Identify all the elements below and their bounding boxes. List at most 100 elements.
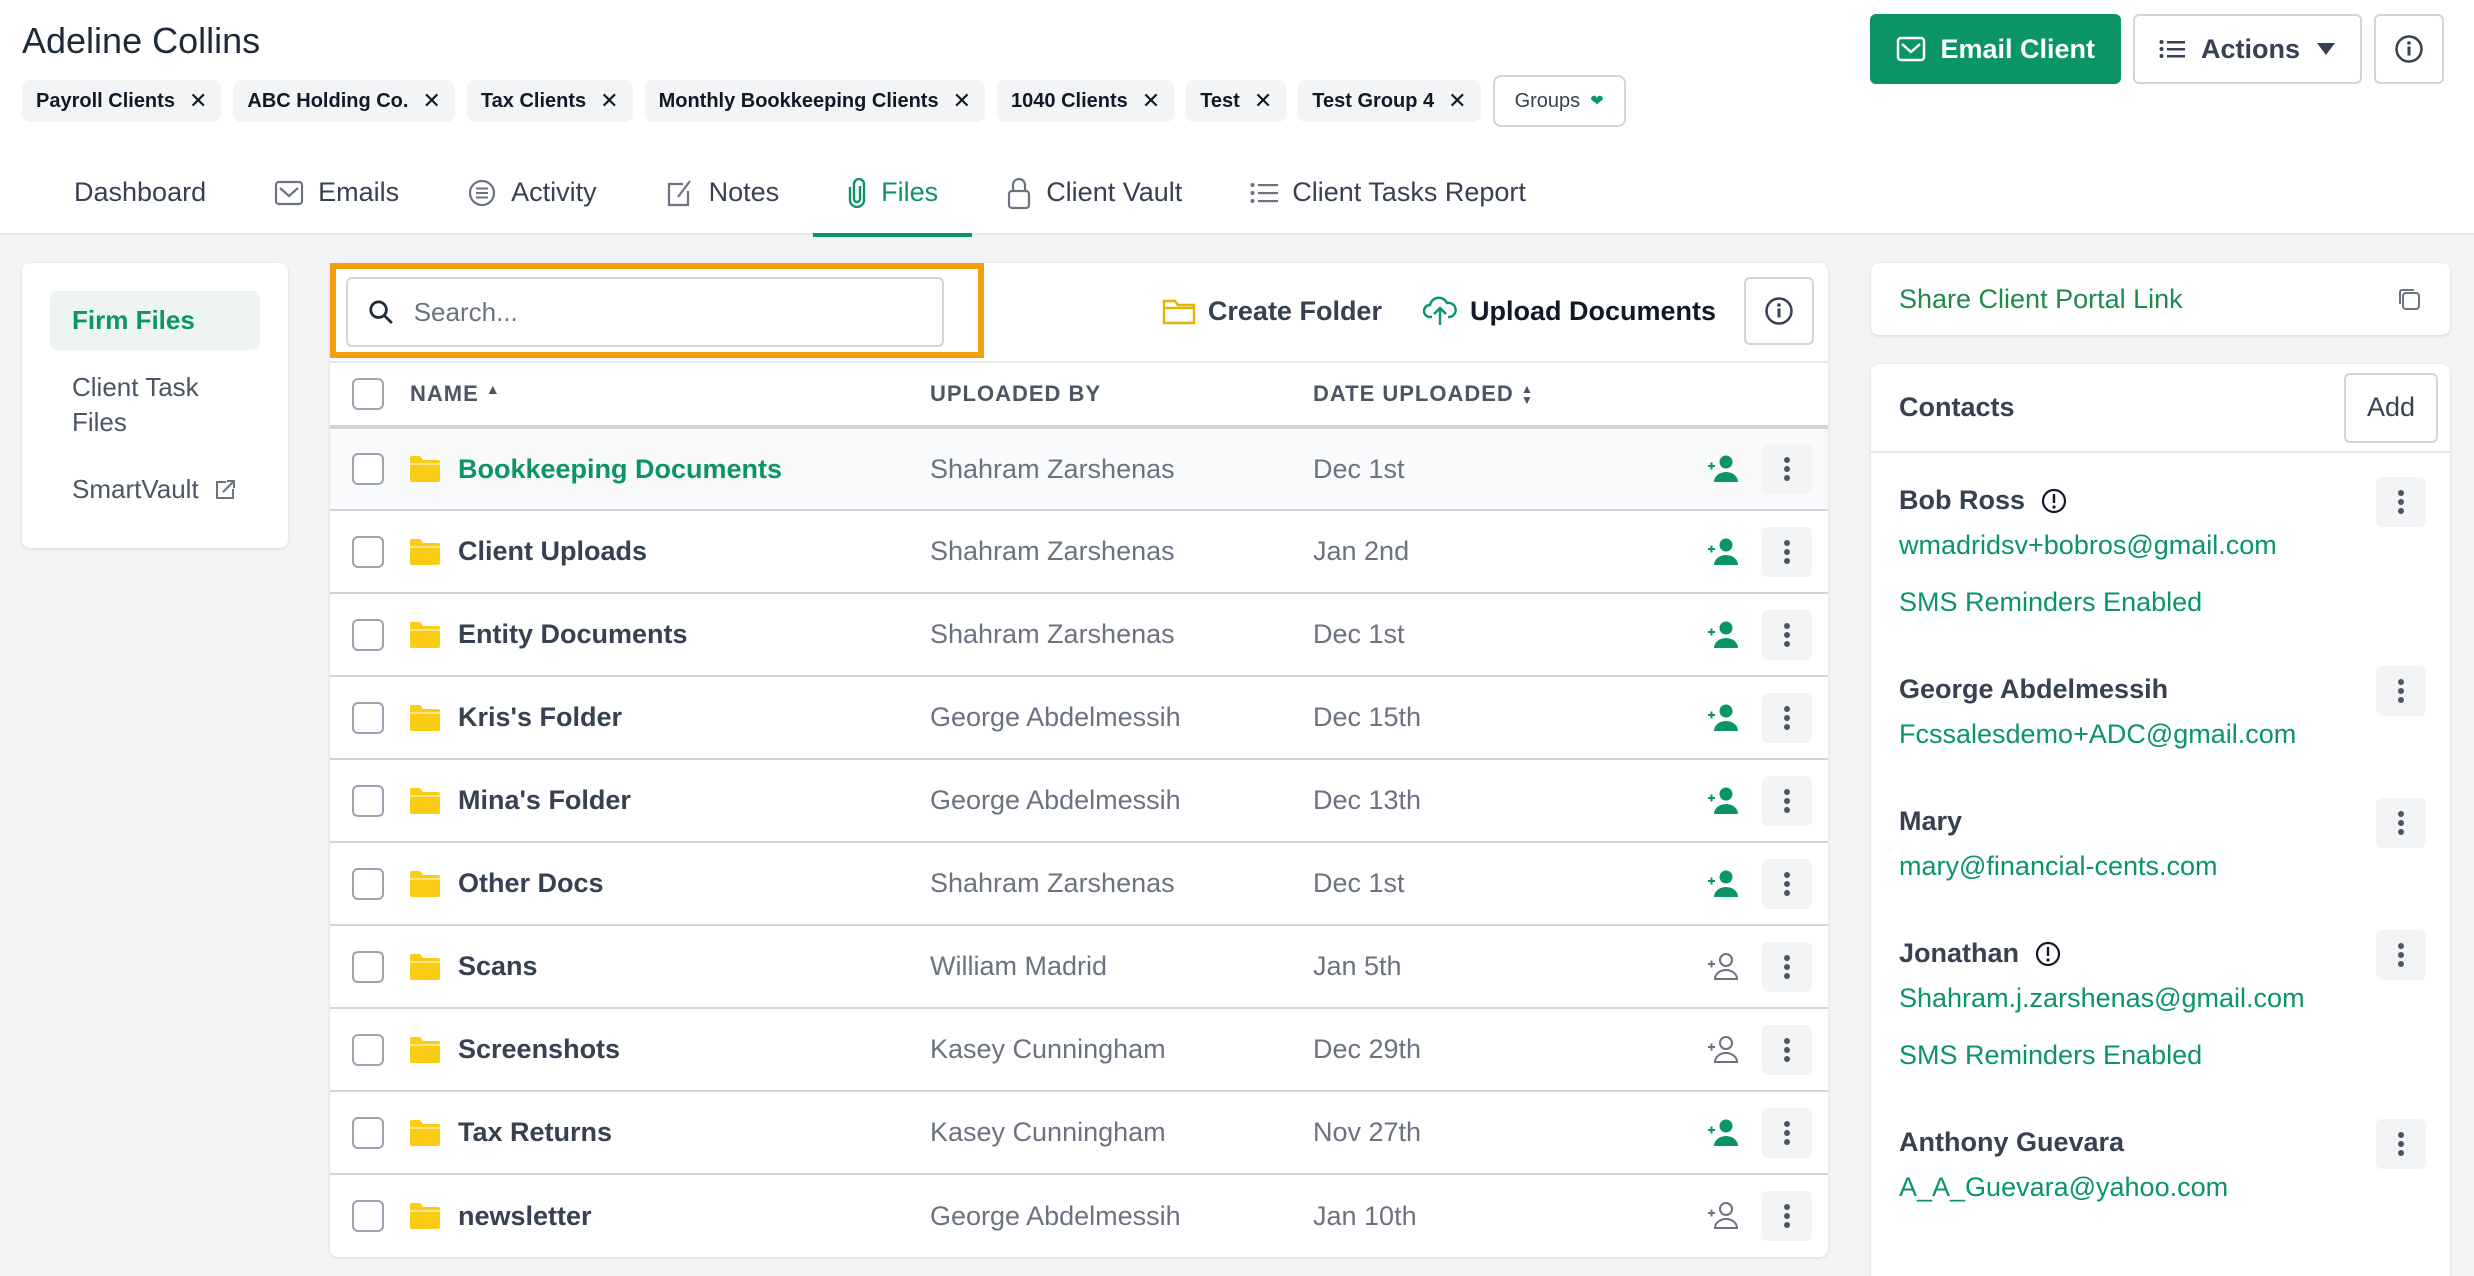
remove-tag-icon[interactable]: ✕ (189, 88, 207, 114)
contact-email[interactable]: wmadridsv+bobros@gmail.com (1899, 530, 2422, 561)
tab-dashboard[interactable]: Dashboard (40, 150, 240, 235)
row-menu-button[interactable] (1762, 444, 1812, 494)
share-user-icon[interactable] (1706, 786, 1740, 816)
row-menu-button[interactable] (1762, 858, 1812, 909)
folder-name-link[interactable]: newsletter (410, 1201, 930, 1232)
column-date-uploaded[interactable]: DATE UPLOADED ▲ ▼ (1313, 363, 1653, 427)
contact-menu-button[interactable] (2376, 666, 2426, 716)
contact-menu-button[interactable] (2376, 930, 2426, 980)
folder-name: newsletter (458, 1200, 592, 1231)
file-row[interactable]: Other Docs Shahram Zarshenas Dec 1st (330, 842, 1828, 925)
search-input[interactable] (413, 296, 922, 328)
file-row[interactable]: Entity Documents Shahram Zarshenas Dec 1st (330, 593, 1828, 676)
row-checkbox[interactable] (352, 1116, 384, 1149)
file-row[interactable]: Screenshots Kasey Cunningham Dec 29th (330, 1008, 1828, 1091)
row-checkbox[interactable] (352, 453, 384, 486)
folder-name-link[interactable]: Bookkeeping Documents (410, 454, 930, 485)
file-row[interactable]: Client Uploads Shahram Zarshenas Jan 2nd (330, 510, 1828, 593)
remove-tag-icon[interactable]: ✕ (1254, 88, 1272, 114)
tab-client-tasks-report[interactable]: Client Tasks Report (1216, 150, 1560, 235)
tab-activity[interactable]: Activity (433, 150, 631, 235)
row-checkbox[interactable] (352, 618, 384, 651)
file-row[interactable]: Bookkeeping Documents Shahram Zarshenas De… (330, 427, 1828, 510)
share-user-icon[interactable] (1706, 1118, 1740, 1148)
row-checkbox[interactable] (352, 950, 384, 983)
contact-menu-button[interactable] (2376, 1119, 2426, 1169)
share-user-outline-icon[interactable] (1706, 952, 1740, 982)
folder-name-link[interactable]: Mina's Folder (410, 785, 930, 816)
search-field[interactable] (346, 277, 944, 347)
uploaded-by: Kasey Cunningham (930, 1034, 1166, 1064)
contact-email[interactable]: A_A_Guevara@yahoo.com (1899, 1172, 2422, 1203)
row-checkbox[interactable] (352, 1033, 384, 1066)
tab-label: Activity (511, 177, 597, 207)
row-menu-button[interactable] (1762, 1024, 1812, 1075)
create-folder-button[interactable]: Create Folder (1162, 296, 1382, 327)
contact-email[interactable]: Shahram.j.zarshenas@gmail.com (1899, 983, 2422, 1014)
row-menu-button[interactable] (1762, 775, 1812, 826)
upload-documents-button[interactable]: Upload Documents (1422, 295, 1716, 327)
row-checkbox[interactable] (352, 701, 384, 734)
share-user-outline-icon[interactable] (1706, 1201, 1740, 1231)
contact-email[interactable]: Fcssalesdemo+ADC@gmail.com (1899, 719, 2422, 750)
actions-dropdown[interactable]: Actions (2132, 14, 2362, 84)
info-button[interactable] (2374, 14, 2444, 84)
contact-email[interactable]: mary@financial-cents.com (1899, 851, 2422, 882)
column-name[interactable]: NAME ▲ (410, 363, 930, 427)
copy-icon[interactable] (2396, 286, 2422, 312)
file-row[interactable]: Tax Returns Kasey Cunningham Nov 27th (330, 1091, 1828, 1174)
share-user-icon[interactable] (1706, 869, 1740, 899)
folder-name-link[interactable]: Other Docs (410, 868, 930, 899)
files-info-button[interactable] (1744, 277, 1814, 345)
folder-name-link[interactable]: Kris's Folder (410, 702, 930, 733)
remove-tag-icon[interactable]: ✕ (1142, 88, 1160, 114)
folder-name-link[interactable]: Screenshots (410, 1034, 930, 1065)
date-uploaded: Dec 1st (1313, 619, 1405, 649)
folder-name-link[interactable]: Tax Returns (410, 1117, 930, 1148)
row-menu-button[interactable] (1762, 526, 1812, 577)
select-all-checkbox[interactable] (352, 378, 384, 410)
row-menu-button[interactable] (1762, 1191, 1812, 1241)
tab-files[interactable]: Files (813, 150, 973, 237)
email-client-label: Email Client (1940, 33, 2095, 64)
row-checkbox[interactable] (352, 535, 384, 568)
folder-name-link[interactable]: Entity Documents (410, 619, 930, 650)
sidebar-item-client-task-files[interactable]: Client Task Files (50, 358, 260, 452)
share-portal-link[interactable]: Share Client Portal Link (1899, 284, 2183, 315)
sidebar-item-firm-files[interactable]: Firm Files (50, 291, 260, 351)
share-user-icon[interactable] (1706, 620, 1740, 650)
row-checkbox[interactable] (352, 784, 384, 817)
more-vertical-icon (1784, 788, 1790, 813)
folder-name-link[interactable]: Client Uploads (410, 536, 930, 567)
row-menu-button[interactable] (1762, 1107, 1812, 1158)
tab-emails[interactable]: Emails (240, 150, 433, 235)
row-checkbox[interactable] (352, 867, 384, 900)
row-checkbox[interactable] (352, 1200, 384, 1233)
group-tag: 1040 Clients ✕ (997, 80, 1175, 122)
row-menu-button[interactable] (1762, 692, 1812, 743)
row-menu-button[interactable] (1762, 941, 1812, 992)
share-user-outline-icon[interactable] (1706, 1035, 1740, 1065)
contact-menu-button[interactable] (2376, 477, 2426, 527)
share-user-icon[interactable] (1706, 703, 1740, 733)
sidebar-item-smartvault[interactable]: SmartVault (50, 460, 260, 519)
file-row[interactable]: newsletter George Abdelmessih Jan 10th (330, 1174, 1828, 1257)
file-row[interactable]: Scans William Madrid Jan 5th (330, 925, 1828, 1008)
file-row[interactable]: Mina's Folder George Abdelmessih Dec 13th (330, 759, 1828, 842)
tab-notes[interactable]: Notes (631, 150, 814, 235)
share-user-icon[interactable] (1706, 537, 1740, 567)
groups-dropdown[interactable]: Groups ❤ (1492, 75, 1626, 127)
remove-tag-icon[interactable]: ✕ (1448, 88, 1466, 114)
folder-name-link[interactable]: Scans (410, 951, 930, 982)
contact-menu-button[interactable] (2376, 798, 2426, 848)
add-contact-button[interactable]: Add (2344, 372, 2438, 443)
remove-tag-icon[interactable]: ✕ (953, 88, 971, 114)
row-menu-button[interactable] (1762, 609, 1812, 660)
email-client-button[interactable]: Email Client (1870, 14, 2121, 84)
remove-tag-icon[interactable]: ✕ (422, 88, 440, 114)
file-row[interactable]: Kris's Folder George Abdelmessih Dec 15th (330, 676, 1828, 759)
tab-client-vault[interactable]: Client Vault (972, 150, 1216, 235)
share-user-icon[interactable] (1706, 454, 1740, 484)
group-tags: Payroll Clients ✕ ABC Holding Co. ✕ Tax Cl… (22, 75, 1626, 127)
remove-tag-icon[interactable]: ✕ (600, 88, 618, 114)
